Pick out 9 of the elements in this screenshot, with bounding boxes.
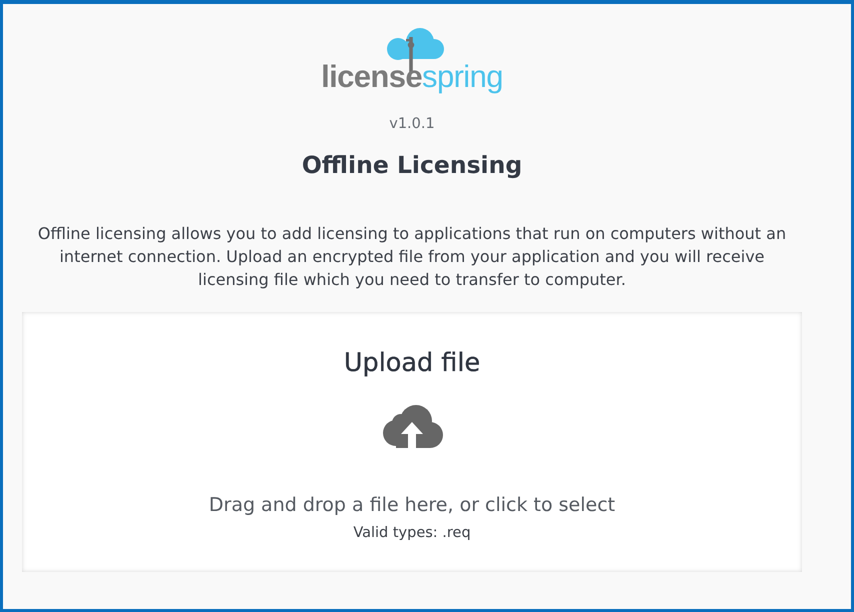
cloud-upload-icon — [381, 405, 443, 448]
drop-instructions: Drag and drop a file here, or click to select — [208, 493, 616, 517]
logo-text: licensespring — [321, 59, 503, 95]
file-drop-zone[interactable]: Upload file Drag and drop a file here, or click to select Valid types: .req — [22, 312, 802, 572]
upload-heading: Upload file — [344, 347, 480, 380]
valid-types-text: Valid types: .req — [353, 524, 471, 542]
page-title: Offline Licensing — [302, 150, 522, 181]
version-label: v1.0.1 — [389, 115, 435, 133]
description-text: Offline licensing allows you to add licensing to applications that run on computers without an internet connection. Upload an encrypted file from your application and you will receive licensing file which you need to transfer to computer. — [36, 223, 788, 291]
